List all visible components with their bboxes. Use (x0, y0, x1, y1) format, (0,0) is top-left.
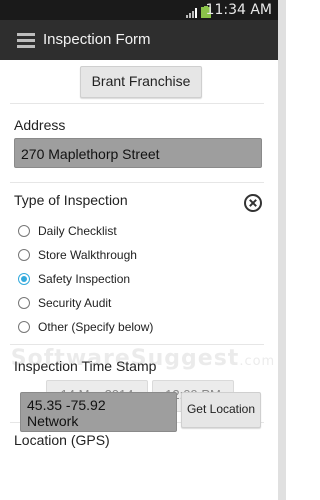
radio-unselected-icon[interactable] (18, 225, 30, 237)
radio-selected-icon[interactable] (18, 273, 30, 285)
divider (10, 103, 264, 104)
divider (10, 182, 264, 183)
status-time: 11:34 AM (205, 2, 272, 18)
app-bar: Inspection Form (0, 20, 278, 60)
radio-label: Security Audit (38, 296, 112, 310)
radio-option[interactable]: Store Walkthrough (18, 245, 137, 265)
screen-edge (278, 0, 286, 500)
radio-option[interactable]: Daily Checklist (18, 221, 117, 241)
radio-unselected-icon[interactable] (18, 249, 30, 261)
location-label: Location (GPS) (14, 432, 110, 448)
radio-option[interactable]: Other (Specify below) (18, 317, 153, 337)
get-location-button[interactable]: Get Location (181, 392, 261, 428)
divider (10, 344, 264, 345)
franchise-button[interactable]: Brant Franchise (80, 66, 202, 98)
address-field[interactable]: 270 Maplethorp Street (14, 138, 262, 168)
radio-label: Store Walkthrough (38, 248, 137, 262)
radio-option[interactable]: Security Audit (18, 293, 111, 313)
gps-source: Network (27, 413, 79, 429)
hamburger-menu-icon[interactable] (17, 33, 35, 49)
radio-label: Daily Checklist (38, 224, 117, 238)
radio-label: Safety Inspection (38, 272, 131, 286)
gps-coordinates: 45.35 -75.92 (27, 397, 106, 413)
signal-icon (186, 8, 197, 18)
clear-circle-icon[interactable] (243, 193, 263, 213)
form-content: Brant Franchise Address 270 Maplethorp S… (0, 60, 278, 500)
time-stamp-label: Inspection Time Stamp (14, 358, 157, 374)
address-label: Address (14, 117, 66, 133)
status-bar: 11:34 AM (0, 0, 278, 20)
gps-field[interactable]: 45.35 -75.92 Network (20, 392, 177, 432)
page-title: Inspection Form (43, 31, 151, 48)
inspection-type-label: Type of Inspection (14, 192, 128, 208)
radio-unselected-icon[interactable] (18, 297, 30, 309)
radio-unselected-icon[interactable] (18, 321, 30, 333)
phone-screen: 11:34 AM Inspection Form Brant Franchise… (0, 0, 286, 500)
radio-label: Other (Specify below) (38, 320, 154, 334)
radio-option[interactable]: Safety Inspection (18, 269, 130, 289)
